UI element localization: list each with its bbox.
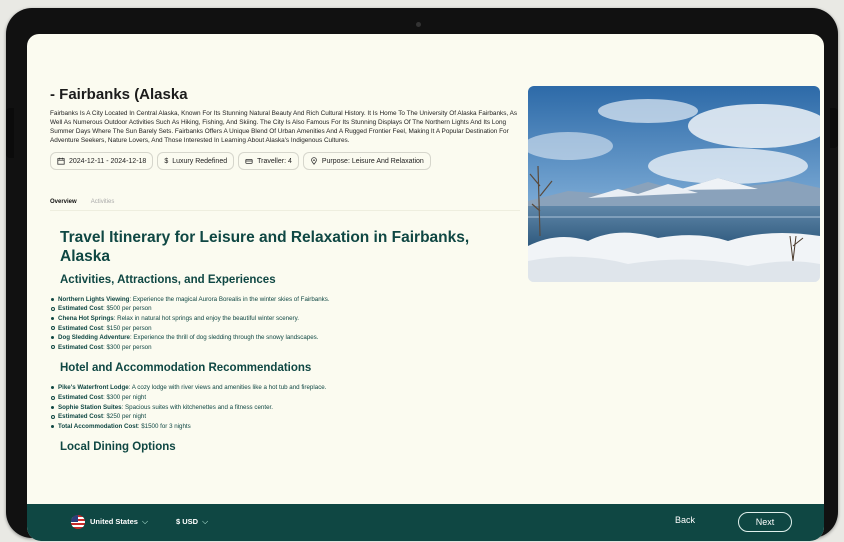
location-pin-icon [311,157,317,166]
chevron-down-icon: ⌵ [141,517,149,526]
trip-header: - Fairbanks (Alaska Fairbanks Is A City … [50,86,520,171]
country-label: United States [90,517,138,526]
section-heading-activities: Activities, Attractions, and Experiences [60,273,276,286]
trip-description: Fairbanks Is A City Located In Central A… [50,110,518,145]
calendar-icon [57,158,65,165]
currency-label: $ USD [176,517,199,526]
list-item: Chena Hot Springs: Relax in natural hot … [50,314,490,324]
next-button[interactable]: Next [738,512,792,532]
budget-label: Luxury Redefined [172,157,228,165]
list-item: Estimated Cost: $150 per person [50,324,490,334]
itinerary-title: Travel Itinerary for Leisure and Relaxat… [60,229,470,266]
section-heading-hotels: Hotel and Accommodation Recommendations [60,362,312,375]
list-item: Estimated Cost: $300 per person [50,343,490,353]
section-heading-dining: Local Dining Options [60,441,176,454]
activities-list: Northern Lights Viewing: Experience the … [50,295,490,353]
travellers-chip: Traveller: 4 [238,152,299,171]
us-flag-icon [71,515,85,529]
camera [416,22,421,27]
travellers-label: Traveller: 4 [257,157,292,165]
side-button-right [830,108,838,148]
side-button [6,108,14,158]
trip-chips: 2024-12-11 - 2024-12-18 $ Luxury Redefin… [50,152,520,171]
list-item: Estimated Cost: $300 per night [50,393,490,403]
list-item: Estimated Cost: $250 per night [50,412,490,422]
currency-selector[interactable]: $ USD ⌵ [176,517,208,527]
back-button[interactable]: Back [675,515,695,525]
list-item: Total Accommodation Cost: $1500 for 3 ni… [50,422,490,432]
purpose-label: Purpose: Leisure And Relaxation [321,157,424,165]
app-screen: - Fairbanks (Alaska Fairbanks Is A City … [27,34,824,541]
country-selector[interactable]: United States ⌵ [90,517,148,527]
dates-chip: 2024-12-11 - 2024-12-18 [50,152,154,171]
list-item: Sophie Station Suites: Spacious suites w… [50,403,490,413]
list-item: Dog Sledding Adventure: Experience the t… [50,333,490,343]
tablet-frame: - Fairbanks (Alaska Fairbanks Is A City … [6,8,838,541]
fairbanks-landscape-image [528,86,820,282]
tab-activities[interactable]: Activities [91,199,115,205]
list-item: Northern Lights Viewing: Experience the … [50,295,490,305]
tab-bar: Overview Activities [50,199,114,205]
dollar-icon: $ [164,157,169,165]
destination-photo [528,86,820,282]
hotels-list: Pike's Waterfront Lodge: A cozy lodge wi… [50,383,490,431]
tab-overview[interactable]: Overview [50,199,77,205]
tab-divider [50,210,520,211]
traveller-icon [245,159,253,165]
dates-label: 2024-12-11 - 2024-12-18 [69,157,147,165]
footer-bar: United States ⌵ $ USD ⌵ Back Next [27,504,824,541]
budget-chip: $ Luxury Redefined [157,152,235,171]
chevron-down-icon: ⌵ [202,517,209,526]
page-title: - Fairbanks (Alaska [50,86,188,103]
itinerary-content: Travel Itinerary for Leisure and Relaxat… [51,228,490,462]
list-item: Estimated Cost: $500 per person [50,304,490,314]
list-item: Pike's Waterfront Lodge: A cozy lodge wi… [50,383,490,393]
purpose-chip: Purpose: Leisure And Relaxation [302,152,431,171]
